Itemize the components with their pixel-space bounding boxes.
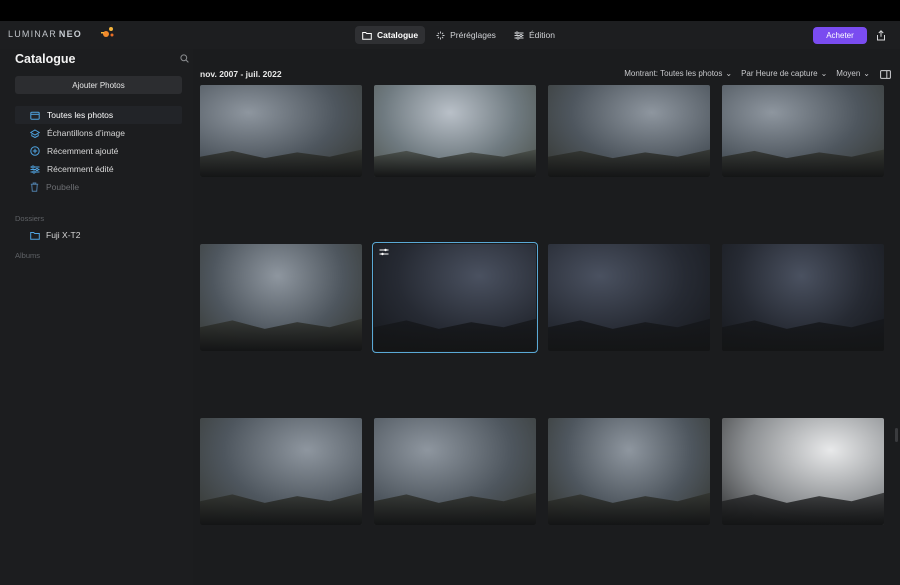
showing-filter-label: Montrant: Toutes les photos bbox=[624, 69, 723, 78]
thumbnail-size-dropdown[interactable]: Moyen ⌄ bbox=[836, 69, 870, 78]
gallery-filters: Montrant: Toutes les photos ⌄ Par Heure … bbox=[624, 69, 870, 78]
photo-thumbnail[interactable] bbox=[722, 85, 884, 177]
search-icon[interactable] bbox=[180, 54, 189, 63]
add-photos-button[interactable]: Ajouter Photos bbox=[15, 76, 182, 94]
samples-icon bbox=[30, 128, 40, 138]
photo-thumbnail[interactable] bbox=[722, 244, 884, 351]
sort-dropdown[interactable]: Par Heure de capture ⌄ bbox=[741, 69, 827, 78]
folders-section-label: Dossiers bbox=[15, 214, 45, 223]
buy-button[interactable]: Acheter bbox=[813, 27, 867, 44]
share-icon[interactable] bbox=[876, 30, 886, 41]
sidebar-item-recently-edited[interactable]: Récemment édité bbox=[15, 160, 182, 178]
tab-presets-label: Préréglages bbox=[450, 30, 496, 40]
chevron-down-icon: ⌄ bbox=[725, 69, 733, 78]
sliders-icon bbox=[30, 164, 40, 174]
app-header: LUMINAR NEO Catalogue Préréglages Éditio… bbox=[0, 21, 900, 49]
main-nav: Catalogue Préréglages Édition bbox=[355, 26, 562, 44]
sort-label: Par Heure de capture bbox=[741, 69, 818, 78]
sidebar-menu: Toutes les photos Échantillons d’image R… bbox=[15, 106, 182, 196]
edited-badge-icon bbox=[379, 248, 389, 256]
sidebar-item-label: Récemment ajouté bbox=[47, 146, 119, 156]
app-logo: LUMINAR NEO bbox=[8, 29, 82, 39]
folder-icon bbox=[30, 231, 40, 240]
sidebar-item-trash[interactable]: Poubelle bbox=[15, 178, 182, 196]
folder-item-label: Fuji X-T2 bbox=[46, 230, 81, 240]
plus-circle-icon bbox=[30, 146, 40, 156]
photo-thumbnail[interactable] bbox=[548, 244, 710, 351]
trash-icon bbox=[30, 182, 39, 192]
sliders-icon bbox=[514, 30, 524, 40]
date-range-label: nov. 2007 - juil. 2022 bbox=[200, 69, 282, 79]
tab-edit-label: Édition bbox=[528, 30, 555, 40]
albums-section-label[interactable]: Albums bbox=[15, 251, 40, 260]
photo-grid bbox=[200, 85, 890, 585]
photo-thumbnail[interactable] bbox=[722, 418, 884, 525]
photo-thumbnail[interactable] bbox=[548, 418, 710, 525]
logo-neo-text: NEO bbox=[58, 29, 83, 39]
chevron-down-icon: ⌄ bbox=[820, 69, 828, 78]
sidebar-item-recently-added[interactable]: Récemment ajouté bbox=[15, 142, 182, 160]
tab-presets[interactable]: Préréglages bbox=[429, 26, 503, 44]
logo-text: LUMINAR bbox=[8, 29, 57, 39]
tab-catalogue-label: Catalogue bbox=[377, 30, 419, 40]
sidebar-title: Catalogue bbox=[15, 52, 76, 66]
chevron-down-icon: ⌄ bbox=[863, 69, 870, 78]
sidebar-item-samples[interactable]: Échantillons d’image bbox=[15, 124, 182, 142]
photo-thumbnail[interactable] bbox=[200, 418, 362, 525]
photo-thumbnail[interactable] bbox=[548, 85, 710, 177]
sidebar-item-label: Toutes les photos bbox=[47, 110, 114, 120]
sidebar: Catalogue Ajouter Photos Toutes les phot… bbox=[0, 49, 193, 585]
showing-filter-dropdown[interactable]: Montrant: Toutes les photos ⌄ bbox=[624, 69, 732, 78]
scrollbar-thumb[interactable] bbox=[895, 428, 898, 442]
photos-icon bbox=[30, 111, 40, 120]
gallery-toolbar: nov. 2007 - juil. 2022 Montrant: Toutes … bbox=[193, 64, 900, 84]
sparkle-icon bbox=[436, 31, 445, 39]
sidebar-item-all-photos[interactable]: Toutes les photos bbox=[15, 106, 182, 124]
photo-thumbnail[interactable] bbox=[372, 242, 538, 353]
tab-edit[interactable]: Édition bbox=[507, 26, 562, 44]
top-system-bar bbox=[0, 0, 900, 21]
folder-item-fuji[interactable]: Fuji X-T2 bbox=[30, 230, 80, 240]
folder-icon bbox=[362, 31, 372, 40]
sidebar-item-label: Poubelle bbox=[46, 182, 80, 192]
thumbnail-size-label: Moyen bbox=[836, 69, 861, 78]
photo-thumbnail[interactable] bbox=[374, 418, 536, 525]
photo-thumbnail[interactable] bbox=[200, 244, 362, 351]
sidebar-item-label: Récemment édité bbox=[47, 164, 114, 174]
photo-thumbnail[interactable] bbox=[374, 85, 536, 177]
panel-toggle-icon[interactable] bbox=[880, 70, 891, 79]
sidebar-item-label: Échantillons d’image bbox=[47, 128, 125, 138]
tab-catalogue[interactable]: Catalogue bbox=[355, 26, 426, 44]
luminar-mark-icon bbox=[101, 27, 114, 37]
photo-thumbnail[interactable] bbox=[200, 85, 362, 177]
